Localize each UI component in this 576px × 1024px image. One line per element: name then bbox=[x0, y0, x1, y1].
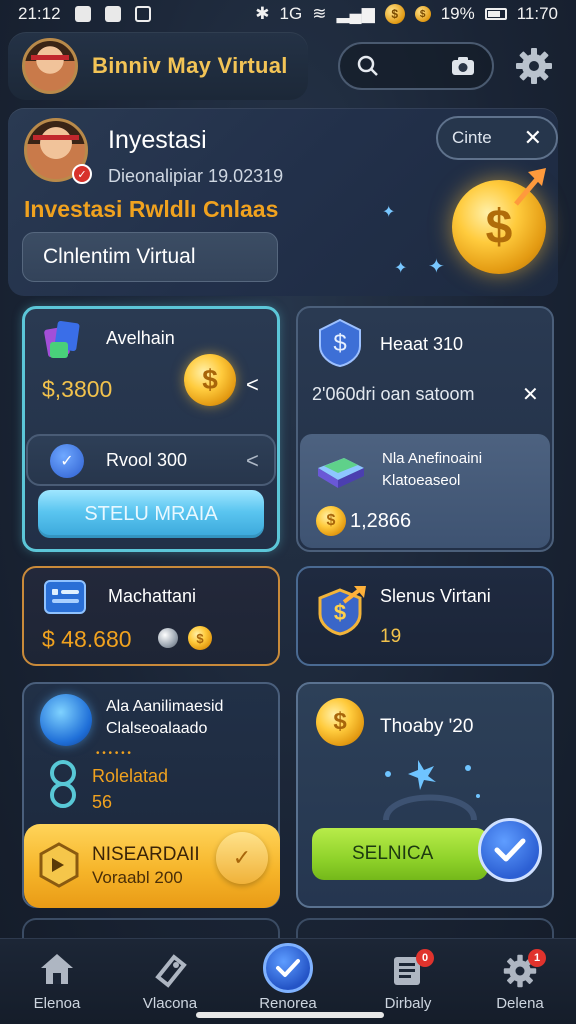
checkmark-icon bbox=[494, 838, 526, 862]
coin-icon: $ bbox=[188, 626, 212, 650]
user-avatar[interactable] bbox=[22, 38, 78, 94]
svg-text:$: $ bbox=[333, 330, 346, 357]
check-shield-icon: ✓ bbox=[50, 444, 84, 478]
tag-icon bbox=[155, 954, 187, 988]
virtual-button[interactable]: Clnlentim Virtual bbox=[22, 232, 278, 282]
silver-coin-icon bbox=[158, 628, 178, 648]
hero-title: Inyestasi bbox=[108, 126, 207, 154]
check-tab-icon bbox=[263, 943, 313, 993]
status-bar: 21:12 ✱ 1G ≋ ▂▄▆ $ $ 19% 11:70 bbox=[0, 0, 576, 28]
sparkle-icon: ✦ bbox=[394, 260, 408, 277]
card-a-action-button[interactable]: STELU MRAIA bbox=[38, 490, 264, 538]
nav-label-vlacona: Vlacona bbox=[142, 995, 198, 1012]
card-a-value: $,3800 bbox=[42, 376, 113, 402]
status-time-right: 11:70 bbox=[516, 4, 558, 23]
coin-icon: $ bbox=[316, 506, 346, 536]
card-partial bbox=[296, 918, 554, 938]
virtual-button-label: Clnlentim Virtual bbox=[43, 245, 196, 268]
network-type: 1G bbox=[279, 4, 303, 23]
nav-label-delena: Delena bbox=[496, 995, 544, 1012]
hero-avatar: ✓ bbox=[24, 118, 92, 184]
camera-icon[interactable] bbox=[450, 55, 476, 77]
coin-icon: $ bbox=[184, 354, 236, 406]
svg-text:$: $ bbox=[334, 600, 346, 625]
card-b-inner-value: 1,2866 bbox=[350, 510, 412, 532]
coin-icon: $ bbox=[316, 698, 364, 746]
home-icon bbox=[41, 954, 73, 984]
hero-investment-card: ✓ Inyestasi Dieonalipiar 19.02319 Invest… bbox=[8, 108, 558, 296]
settings-button[interactable] bbox=[512, 44, 556, 88]
image-notification-icon bbox=[134, 6, 151, 22]
nav-label-renorea: Renorea bbox=[259, 995, 317, 1012]
signal-icon: ▂▄▆ bbox=[336, 4, 375, 23]
growth-arrow-icon bbox=[514, 168, 546, 206]
card-f-action-label: SELNICA bbox=[352, 843, 434, 864]
card-a-row-label: Rvool 300 bbox=[106, 450, 188, 470]
link-chain-icon bbox=[50, 760, 76, 808]
close-icon[interactable]: ✕ bbox=[522, 382, 539, 407]
home-indicator[interactable] bbox=[196, 1012, 384, 1018]
card-e-label: Rolelatad bbox=[92, 766, 169, 786]
card-b-title: Heaat 310 bbox=[380, 334, 464, 354]
status-time-left: 21:12 bbox=[18, 4, 61, 23]
hero-headline: Investasi Rwldlı Cnlaas bbox=[24, 196, 279, 222]
nav-label-dirbaly: Dirbaly bbox=[384, 995, 432, 1012]
dollar-shield-icon: $ bbox=[319, 318, 361, 368]
nav-item-home[interactable]: Elenoa bbox=[7, 939, 107, 1024]
notification-icon bbox=[74, 6, 91, 22]
cash-stack-icon bbox=[318, 458, 364, 488]
card-c-title: Machattani bbox=[108, 586, 197, 606]
notification-badge: 1 bbox=[528, 949, 546, 967]
sparkle-icon: ✦ bbox=[382, 204, 396, 221]
card-b-inner-line1: Nla Anefinoaini bbox=[382, 450, 483, 467]
card-f-action-button[interactable]: SELNICA bbox=[312, 828, 488, 880]
card-c-value: $ 48.680 bbox=[42, 626, 132, 652]
battery-icon bbox=[484, 8, 507, 20]
document-card-icon bbox=[44, 580, 86, 614]
hexagon-arrow-icon bbox=[39, 842, 79, 888]
app-title: Binniv May Virtual bbox=[92, 53, 288, 78]
coin-status-icon-2: $ bbox=[414, 6, 431, 22]
card-d-value: 19 bbox=[380, 626, 402, 647]
gear-icon bbox=[516, 48, 552, 84]
bluetooth-icon: ✱ bbox=[255, 4, 270, 23]
confirm-check-button[interactable] bbox=[478, 818, 542, 882]
card-e-line1: Ala Aanilimaesid bbox=[106, 698, 224, 715]
hero-chip-label: Cinte bbox=[452, 128, 492, 147]
nav-label-home: Elenoa bbox=[33, 995, 81, 1012]
battery-percent: 19% bbox=[440, 4, 475, 23]
app-notification-icon bbox=[104, 6, 121, 22]
chevron-left-icon[interactable]: < bbox=[246, 372, 259, 398]
search-input[interactable] bbox=[338, 42, 494, 90]
app-header: Binniv May Virtual bbox=[8, 32, 308, 100]
card-b-subtitle: 2'060dri oan satoom bbox=[312, 384, 475, 404]
card-e-line2: Clalseoalaado bbox=[106, 720, 208, 737]
verified-badge-icon: ✓ bbox=[72, 164, 92, 184]
hero-chip[interactable]: Cinte ✕ bbox=[436, 116, 558, 160]
card-e-button-title: NISEARDAII bbox=[92, 844, 200, 865]
card-partial bbox=[22, 918, 280, 938]
card-e-small-text: • • • • • • bbox=[96, 748, 131, 759]
card-b-inner-line2: Klatoeaseol bbox=[382, 472, 461, 489]
card-e-button-sub: Voraabl 200 bbox=[92, 868, 183, 887]
hero-subtitle: Dieonalipiar 19.02319 bbox=[108, 166, 284, 186]
growth-shield-icon: $ bbox=[318, 586, 366, 636]
nav-item-delena[interactable]: 1 Delena bbox=[470, 939, 570, 1024]
confetti-ring-icon bbox=[383, 760, 480, 821]
card-a-action-label: STELU MRAIA bbox=[84, 502, 218, 525]
cards-icon bbox=[44, 320, 80, 358]
wifi-icon: ≋ bbox=[312, 4, 327, 23]
globe-icon bbox=[40, 694, 92, 746]
card-f-title: Thoaby '20 bbox=[380, 716, 474, 737]
coin-status-icon: $ bbox=[384, 4, 405, 24]
card-e-value: 56 bbox=[92, 792, 113, 812]
close-icon[interactable]: ✕ bbox=[524, 125, 542, 151]
chevron-left-icon[interactable]: < bbox=[246, 448, 259, 474]
card-d-title: Slenus Virtani bbox=[380, 586, 491, 606]
notification-badge: 0 bbox=[416, 949, 434, 967]
sparkle-icon: ✦ bbox=[428, 256, 445, 278]
search-icon bbox=[357, 55, 378, 76]
check-icon[interactable]: ✓ bbox=[216, 832, 268, 884]
card-a-title: Avelhain bbox=[106, 328, 175, 348]
